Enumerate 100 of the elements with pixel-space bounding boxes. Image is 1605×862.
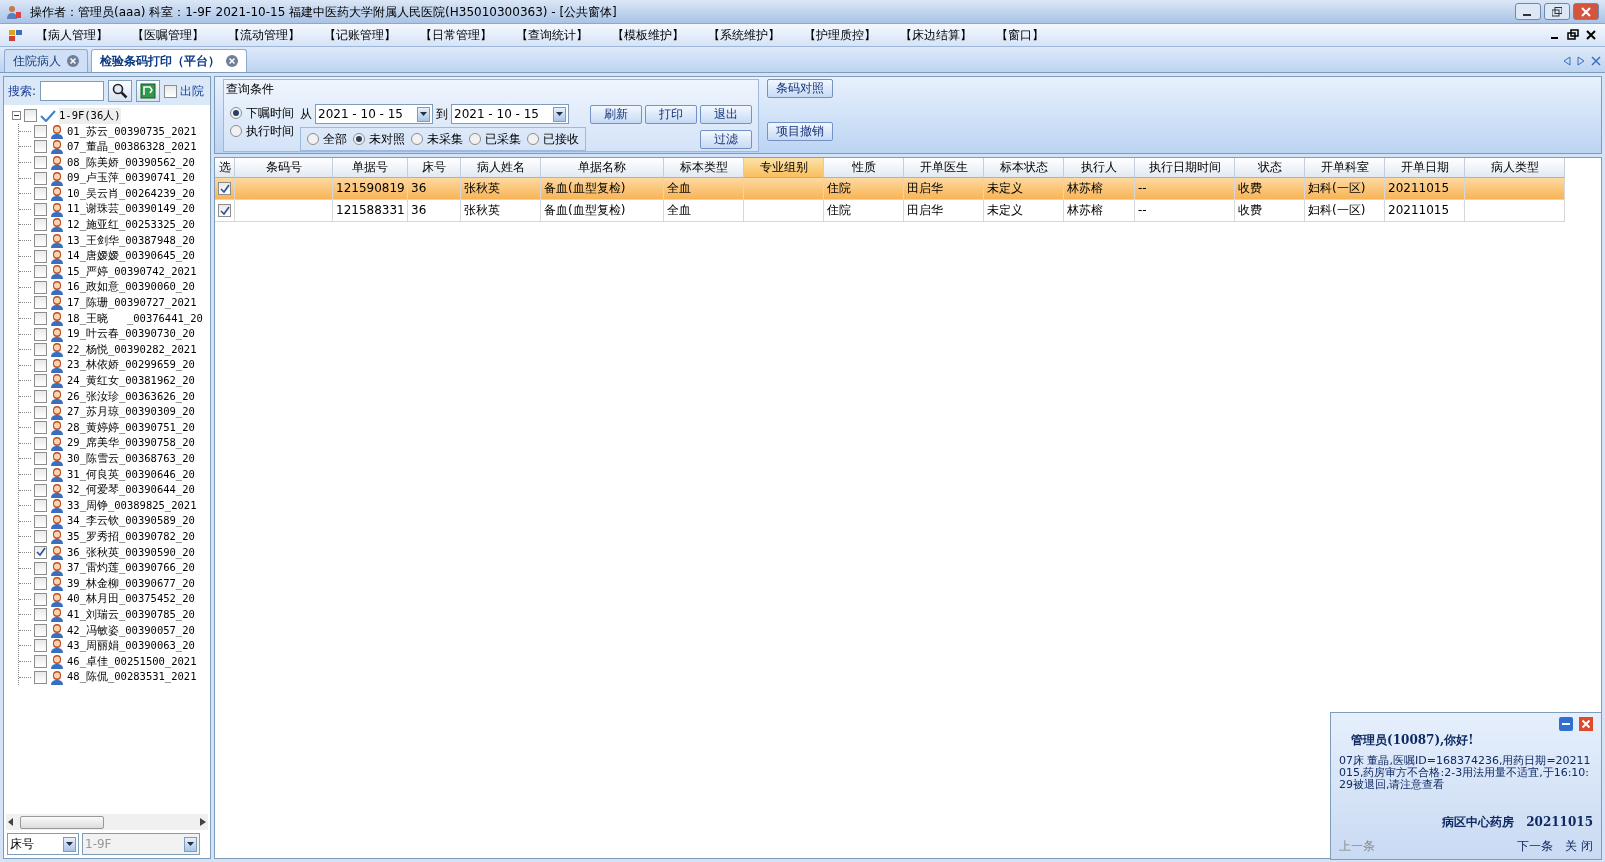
checkbox[interactable] <box>34 655 47 669</box>
menu-item[interactable]: 【流动管理】 <box>228 26 324 44</box>
row-checkbox[interactable] <box>218 204 231 217</box>
checkbox[interactable] <box>24 109 37 123</box>
checkbox[interactable] <box>34 280 47 294</box>
document-tab[interactable]: 检验条码打印（平台） <box>91 49 247 72</box>
checkbox[interactable] <box>34 467 47 481</box>
patient-node[interactable]: 48_陈侃_00283531_2021 <box>67 669 197 686</box>
column-header[interactable]: 条码号 <box>235 158 333 178</box>
export-button[interactable] <box>136 80 161 102</box>
patient-node[interactable]: 01_苏云_00390735_2021 <box>67 123 197 140</box>
restore-icon[interactable] <box>1567 29 1579 41</box>
checkbox[interactable] <box>34 312 47 325</box>
action-button[interactable]: 过滤 <box>700 129 752 149</box>
horizontal-scrollbar[interactable] <box>6 814 208 830</box>
sort-field-combo[interactable]: 床号 <box>7 833 79 855</box>
checkbox[interactable] <box>34 358 47 372</box>
checkbox[interactable] <box>34 374 47 388</box>
radio-label[interactable]: 已采集 <box>485 130 521 148</box>
patient-node[interactable]: 28_黄婷婷_00390751_20 <box>67 419 195 436</box>
column-header[interactable]: 开单医生 <box>904 158 984 178</box>
menu-item[interactable]: 【查询统计】 <box>516 26 612 44</box>
patient-node[interactable]: 19_叶云春_00390730_20 <box>67 326 195 342</box>
time-type-radio[interactable] <box>230 107 242 119</box>
patient-node[interactable]: 17_陈珊_00390727_2021 <box>67 295 197 311</box>
column-header[interactable]: 执行人 <box>1064 158 1135 178</box>
menu-item[interactable]: 【记账管理】 <box>324 26 420 44</box>
column-header[interactable]: 开单科室 <box>1305 158 1385 178</box>
close-link[interactable]: 关 闭 <box>1565 837 1593 855</box>
checkbox[interactable] <box>34 483 47 497</box>
checkbox[interactable] <box>34 421 47 435</box>
checkbox[interactable] <box>34 452 47 466</box>
checkbox[interactable] <box>34 623 47 637</box>
action-button[interactable]: 打印 <box>645 104 697 124</box>
dropdown-button[interactable] <box>184 836 197 852</box>
patient-node[interactable]: 12_施亚红_00253325_20 <box>67 217 195 233</box>
patient-node[interactable]: 39_林金柳_00390677_20 <box>67 575 195 592</box>
checkbox[interactable] <box>34 592 47 606</box>
patient-node[interactable]: 40_林月田_00375452_20 <box>67 591 195 608</box>
patient-node[interactable]: 37_雷灼莲_00390766_20 <box>67 560 195 576</box>
patient-node[interactable]: 46_卓佳_00251500_2021 <box>67 653 197 670</box>
checkbox[interactable] <box>34 639 47 653</box>
checkbox[interactable] <box>34 187 47 201</box>
time-type-radio[interactable] <box>230 125 242 137</box>
menu-item[interactable]: 【护理质控】 <box>804 26 900 44</box>
menu-item[interactable]: 【系统维护】 <box>708 26 804 44</box>
column-header[interactable]: 病人姓名 <box>461 158 541 178</box>
dropdown-button[interactable] <box>63 836 76 852</box>
patient-node[interactable]: 22_杨悦_00390282_2021 <box>67 341 197 358</box>
app-menu-icon[interactable] <box>8 28 24 42</box>
checkbox[interactable] <box>34 577 47 591</box>
column-header[interactable]: 选 <box>215 158 235 178</box>
patient-node[interactable]: 24_黄红女_00381962_20 <box>67 373 195 389</box>
patient-node[interactable]: 08_陈美娇_00390562_20 <box>67 154 195 171</box>
patient-node[interactable]: 14_唐嫒嫒_00390645_20 <box>67 248 195 264</box>
menu-item[interactable]: 【窗口】 <box>996 26 1068 44</box>
status-radio[interactable] <box>527 133 539 145</box>
column-header[interactable]: 单据名称 <box>541 158 664 178</box>
row-checkbox[interactable] <box>218 182 231 195</box>
patient-node[interactable]: 10_吴云肖_00264239_20 <box>67 185 195 202</box>
document-tab[interactable]: 住院病人 <box>4 49 88 72</box>
search-button[interactable] <box>108 80 133 102</box>
column-header[interactable]: 性质 <box>824 158 904 178</box>
checkbox[interactable] <box>34 218 47 232</box>
checkbox-label[interactable]: 出院 <box>180 82 205 100</box>
patient-node[interactable]: 29_席美华_00390758_20 <box>67 435 195 452</box>
status-radio[interactable] <box>353 133 365 145</box>
restore-button[interactable] <box>1544 3 1570 20</box>
patient-node[interactable]: 07_董晶_00386328_2021 <box>67 139 197 155</box>
dropdown-button[interactable] <box>417 106 430 122</box>
patient-node[interactable]: 16_政如意_00390060_20 <box>67 279 195 296</box>
patient-node[interactable]: 11_谢珠芸_00390149_20 <box>67 201 195 218</box>
checkbox[interactable] <box>34 296 47 310</box>
checkbox[interactable] <box>34 249 47 263</box>
column-header[interactable]: 执行日期时间 <box>1135 158 1235 178</box>
column-header[interactable]: 床号 <box>408 158 461 178</box>
patient-node[interactable]: 30_陈雪云_00368763_20 <box>67 451 195 467</box>
patient-node[interactable]: 34_李云钦_00390589_20 <box>67 513 195 530</box>
column-header[interactable]: 单据号 <box>333 158 408 178</box>
patient-node[interactable]: 26_张汝珍_00363626_20 <box>67 388 195 405</box>
checkbox[interactable] <box>34 390 47 403</box>
checkbox[interactable] <box>34 343 47 357</box>
column-header[interactable]: 病人类型 <box>1465 158 1565 178</box>
checkbox[interactable] <box>34 234 47 248</box>
search-field[interactable] <box>40 81 105 101</box>
patient-node[interactable]: 23_林依娇_00299659_20 <box>67 357 195 374</box>
checkbox[interactable] <box>34 140 47 154</box>
checkbox[interactable] <box>34 499 47 513</box>
checkbox[interactable] <box>34 265 47 279</box>
next-link[interactable]: 下一条 <box>1517 837 1554 855</box>
restore-icon[interactable] <box>1552 6 1562 17</box>
column-header[interactable]: 标本类型 <box>664 158 744 178</box>
status-radio[interactable] <box>411 133 423 145</box>
patient-node[interactable]: 09_卢玉萍_00390741_20 <box>67 170 195 187</box>
patient-node[interactable]: 41_刘瑞云_00390785_20 <box>67 606 195 623</box>
status-radio[interactable] <box>307 133 319 145</box>
checkbox[interactable] <box>34 608 47 622</box>
checkbox[interactable] <box>34 124 47 138</box>
radio-label[interactable]: 已接收 <box>543 130 579 148</box>
column-header[interactable]: 开单日期 <box>1385 158 1465 178</box>
